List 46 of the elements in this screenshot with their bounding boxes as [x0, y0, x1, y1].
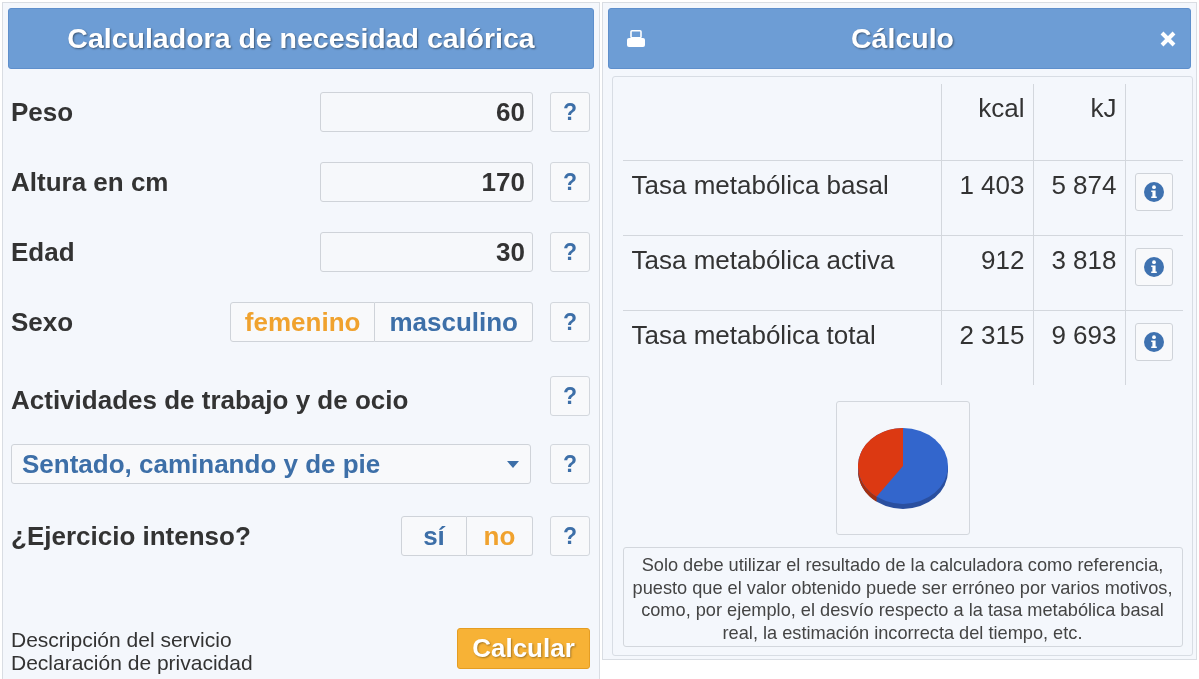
table-cell: 5 874 — [1032, 160, 1125, 235]
table-cell: 912 — [940, 235, 1033, 310]
field-label: Sexo — [11, 306, 75, 338]
table-cell: 3 818 — [1032, 235, 1125, 310]
help-button[interactable]: ? — [550, 162, 590, 202]
help-button[interactable]: ? — [550, 444, 590, 484]
dropdown[interactable]: Sentado, caminando y de pie — [11, 444, 531, 484]
input-field[interactable]: 30 — [320, 232, 533, 272]
panel-title: Cálculo — [851, 22, 954, 55]
field-label: ¿Ejercicio intenso? — [11, 520, 252, 552]
help-button[interactable]: ? — [550, 376, 590, 416]
help-button[interactable]: ? — [550, 302, 590, 342]
info-button[interactable] — [1134, 323, 1173, 361]
disclaimer-text: Solo debe utilizar el resultado de la calculadora como referencia, puesto que el valor obtenido puede ser erróneo por varios motivos, como, por ejemplo, el desvío respecto a la tasa metabólica basal real, la estimación incorrecta del tiempo, etc. — [622, 547, 1183, 647]
info-icon — [1143, 257, 1164, 277]
option-button[interactable]: masculino — [375, 302, 533, 342]
info-button[interactable] — [1134, 248, 1173, 286]
table-cell: 9 693 — [1032, 310, 1125, 385]
table-cell: Tasa metabólica activa — [622, 235, 941, 310]
section-label: Actividades de trabajo y de ocio — [11, 385, 410, 416]
field-label: Edad — [11, 236, 76, 268]
close-icon — [1160, 30, 1176, 47]
help-button[interactable]: ? — [550, 516, 590, 556]
table-cell: Tasa metabólica basal — [622, 160, 941, 235]
field-label: Peso — [11, 96, 75, 128]
column-header: kcal — [940, 84, 1033, 160]
print-button[interactable] — [627, 30, 645, 47]
table-cell: 1 403 — [940, 160, 1033, 235]
option-button[interactable]: sí — [401, 516, 467, 556]
caret-icon — [507, 460, 519, 468]
table-cell: 2 315 — [940, 310, 1033, 385]
help-button[interactable]: ? — [550, 232, 590, 272]
footer-link[interactable]: Declaración de privacidad — [11, 651, 253, 674]
info-button[interactable] — [1134, 173, 1173, 211]
field-label: Altura en cm — [11, 166, 170, 198]
printer-icon — [627, 30, 645, 47]
column-header: kJ — [1032, 84, 1125, 160]
input-field[interactable]: 170 — [320, 162, 533, 202]
close-button[interactable] — [1160, 30, 1176, 47]
info-icon — [1143, 182, 1164, 202]
footer-link[interactable]: Descripción del servicio — [11, 628, 253, 651]
help-button[interactable]: ? — [550, 92, 590, 132]
info-icon — [1143, 332, 1164, 352]
panel-title: Calculadora de necesidad calórica — [67, 22, 535, 55]
input-field[interactable]: 60 — [320, 92, 533, 132]
table-cell: Tasa metabólica total — [622, 310, 941, 385]
